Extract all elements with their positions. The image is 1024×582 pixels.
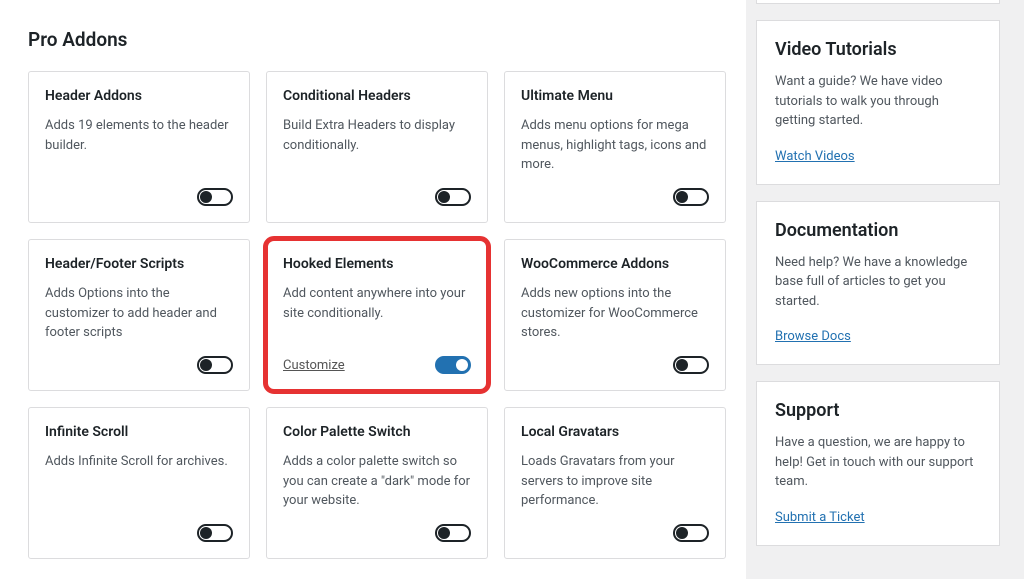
toggle-switch[interactable] (435, 188, 471, 206)
addon-footer (45, 188, 233, 206)
addon-desc: Adds Infinite Scroll for archives. (45, 452, 233, 512)
addon-grid: Header Addons Adds 19 elements to the he… (28, 71, 726, 559)
side-title: Video Tutorials (775, 39, 981, 60)
addon-footer: Customize (283, 356, 471, 374)
addon-title: Hooked Elements (283, 256, 471, 272)
submit-ticket-link[interactable]: Submit a Ticket (775, 510, 865, 525)
addon-title: Color Palette Switch (283, 424, 471, 440)
toggle-switch[interactable] (435, 524, 471, 542)
addon-title: Header/Footer Scripts (45, 256, 233, 272)
addon-title: Infinite Scroll (45, 424, 233, 440)
side-desc: Need help? We have a knowledge base full… (775, 253, 981, 312)
addon-card-header-addons: Header Addons Adds 19 elements to the he… (28, 71, 250, 223)
addon-card-infinite-scroll: Infinite Scroll Adds Infinite Scroll for… (28, 407, 250, 559)
toggle-switch[interactable] (435, 356, 471, 374)
side-title: Support (775, 400, 981, 421)
addon-desc: Build Extra Headers to display condition… (283, 116, 471, 176)
side-card-documentation: Documentation Need help? We have a knowl… (756, 201, 1000, 366)
addon-title: Conditional Headers (283, 88, 471, 104)
toggle-switch[interactable] (673, 188, 709, 206)
side-desc: Have a question, we are happy to help! G… (775, 433, 981, 492)
side-title: Documentation (775, 220, 981, 241)
addon-footer (45, 524, 233, 542)
addon-card-woocommerce-addons: WooCommerce Addons Adds new options into… (504, 239, 726, 391)
addon-desc: Adds Options into the customizer to add … (45, 284, 233, 344)
addon-footer (521, 524, 709, 542)
customize-link[interactable]: Customize (283, 358, 345, 373)
addon-desc: Adds new options into the customizer for… (521, 284, 709, 344)
addon-card-ultimate-menu: Ultimate Menu Adds menu options for mega… (504, 71, 726, 223)
side-card-video-tutorials: Video Tutorials Want a guide? We have vi… (756, 20, 1000, 185)
sidebar: Video Tutorials Want a guide? We have vi… (746, 0, 1024, 579)
addon-desc: Adds 19 elements to the header builder. (45, 116, 233, 176)
addon-footer (45, 356, 233, 374)
addon-desc: Adds menu options for mega menus, highli… (521, 116, 709, 176)
addon-card-hooked-elements: Hooked Elements Add content anywhere int… (266, 239, 488, 391)
section-title: Pro Addons (28, 28, 726, 51)
browse-docs-link[interactable]: Browse Docs (775, 329, 851, 344)
addon-card-local-gravatars: Local Gravatars Loads Gravatars from you… (504, 407, 726, 559)
addon-title: Ultimate Menu (521, 88, 709, 104)
addon-card-color-palette-switch: Color Palette Switch Adds a color palett… (266, 407, 488, 559)
toggle-switch[interactable] (197, 524, 233, 542)
addon-card-header-footer-scripts: Header/Footer Scripts Adds Options into … (28, 239, 250, 391)
side-card-support: Support Have a question, we are happy to… (756, 381, 1000, 546)
toggle-switch[interactable] (673, 356, 709, 374)
toggle-switch[interactable] (197, 188, 233, 206)
addon-desc: Loads Gravatars from your servers to imp… (521, 452, 709, 512)
watch-videos-link[interactable]: Watch Videos (775, 149, 855, 164)
addon-footer (521, 356, 709, 374)
addon-desc: Adds a color palette switch so you can c… (283, 452, 471, 512)
sidebar-top-fragment (756, 0, 1000, 4)
addon-desc: Add content anywhere into your site cond… (283, 284, 471, 344)
addon-footer (283, 524, 471, 542)
addon-title: Local Gravatars (521, 424, 709, 440)
addon-footer (521, 188, 709, 206)
addon-title: WooCommerce Addons (521, 256, 709, 272)
toggle-switch[interactable] (197, 356, 233, 374)
addon-card-conditional-headers: Conditional Headers Build Extra Headers … (266, 71, 488, 223)
toggle-switch[interactable] (673, 524, 709, 542)
addon-footer (283, 188, 471, 206)
side-desc: Want a guide? We have video tutorials to… (775, 72, 981, 131)
addon-title: Header Addons (45, 88, 233, 104)
